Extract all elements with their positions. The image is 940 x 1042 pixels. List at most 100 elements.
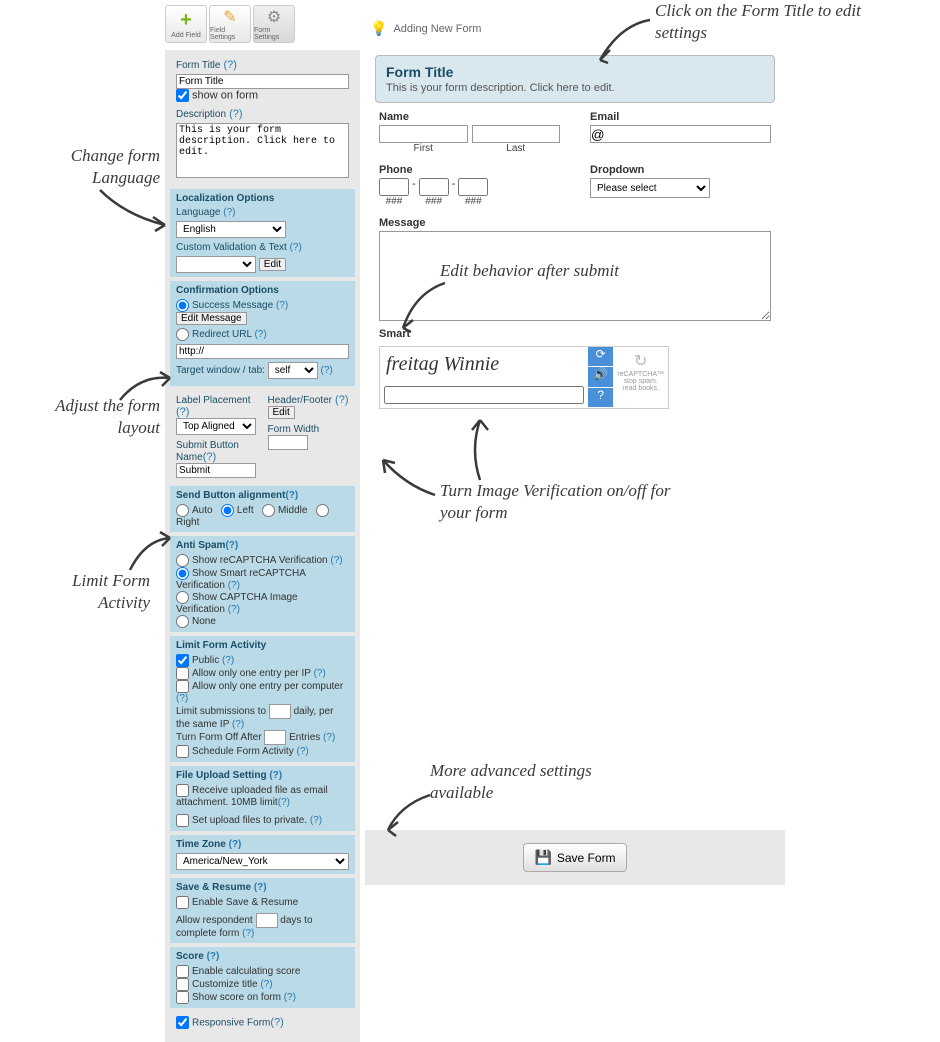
form-title-block: Form Title (?) show on form Description … <box>170 55 355 185</box>
help-icon[interactable]: (?) <box>321 365 333 376</box>
help-icon[interactable]: (?) <box>228 604 240 615</box>
help-icon[interactable]: (?) <box>270 1016 283 1028</box>
show-on-form-label: show on form <box>192 89 258 101</box>
one-per-ip-checkbox[interactable] <box>176 667 189 680</box>
help-icon[interactable]: (?) <box>242 928 254 939</box>
bulb-icon: 💡 <box>370 20 387 37</box>
phone-label: Phone <box>379 164 560 176</box>
label-placement-select[interactable]: Top Aligned <box>176 418 256 435</box>
help-icon[interactable]: (?) <box>254 882 267 893</box>
help-icon[interactable]: (?) <box>225 540 238 551</box>
form-width-input[interactable] <box>268 435 308 450</box>
one-per-computer-checkbox[interactable] <box>176 680 189 693</box>
first-name-input[interactable] <box>379 125 468 143</box>
help-icon[interactable]: (?) <box>229 839 242 850</box>
arrow-icon <box>95 185 175 235</box>
anti-spam-section: Anti Spam(?) Show reCAPTCHA Verification… <box>170 536 355 632</box>
help-icon[interactable]: (?) <box>254 329 266 340</box>
success-message-radio[interactable] <box>176 299 189 312</box>
help-icon[interactable]: (?) <box>285 490 298 501</box>
recaptcha-radio[interactable] <box>176 554 189 567</box>
save-form-button[interactable]: 💾Save Form <box>523 843 626 872</box>
show-score-checkbox[interactable] <box>176 991 189 1004</box>
help-icon[interactable]: (?) <box>290 242 302 253</box>
help-icon[interactable]: (?) <box>207 951 220 962</box>
preview-header[interactable]: Form Title This is your form description… <box>375 55 775 103</box>
dropdown-select[interactable]: Please select <box>590 178 710 198</box>
captcha-input[interactable] <box>384 386 584 404</box>
redirect-url-input[interactable] <box>176 344 349 359</box>
days-to-complete-input[interactable] <box>256 913 278 928</box>
turn-off-after-input[interactable] <box>264 730 286 745</box>
audio-icon[interactable]: 🔊 <box>588 367 613 387</box>
refresh-icon[interactable]: ⟳ <box>588 347 613 367</box>
none-radio[interactable] <box>176 615 189 628</box>
customize-title-checkbox[interactable] <box>176 978 189 991</box>
enable-score-checkbox[interactable] <box>176 965 189 978</box>
form-settings-button[interactable]: ⚙Form Settings <box>253 5 295 43</box>
limit-submissions-input[interactable] <box>269 704 291 719</box>
email-input[interactable] <box>590 125 771 143</box>
help-icon[interactable]: (?) <box>176 693 188 704</box>
help-icon[interactable]: (?) <box>232 719 244 730</box>
help-icon[interactable]: (?) <box>260 979 272 990</box>
language-select[interactable]: English <box>176 221 286 238</box>
help-icon[interactable]: (?) <box>229 108 242 120</box>
help-icon[interactable]: (?) <box>269 770 282 781</box>
show-on-form-checkbox[interactable] <box>176 89 189 102</box>
help-icon[interactable]: (?) <box>335 394 348 406</box>
add-field-button[interactable]: +Add Field <box>165 5 207 43</box>
callout-advanced: More advanced settings available <box>430 760 630 804</box>
help-icon[interactable]: (?) <box>224 59 237 71</box>
files-private-checkbox[interactable] <box>176 814 189 827</box>
captcha-image-radio[interactable] <box>176 591 189 604</box>
help-icon[interactable]: (?) <box>323 732 335 743</box>
edit-message-button[interactable]: Edit Message <box>176 312 247 325</box>
edit-validation-button[interactable]: Edit <box>259 258 286 271</box>
email-label: Email <box>590 111 771 123</box>
field-settings-button[interactable]: ✎Field Settings <box>209 5 251 43</box>
enable-save-resume-checkbox[interactable] <box>176 896 189 909</box>
align-middle-radio[interactable] <box>262 504 275 517</box>
public-checkbox[interactable] <box>176 654 189 667</box>
help-icon[interactable]: (?) <box>284 992 296 1003</box>
captcha-image: freitag Winnie <box>380 347 588 382</box>
help-icon[interactable]: (?) <box>314 668 326 679</box>
help-icon[interactable]: ? <box>588 388 613 408</box>
help-icon[interactable]: (?) <box>330 555 342 566</box>
align-auto-radio[interactable] <box>176 504 189 517</box>
help-icon[interactable]: (?) <box>203 451 216 463</box>
phone-3-input[interactable] <box>458 178 488 196</box>
layout-section: Label Placement (?) Top Aligned Submit B… <box>170 390 355 482</box>
help-icon[interactable]: (?) <box>310 815 322 826</box>
gear-icon: ⚙ <box>267 7 281 27</box>
smart-recaptcha-radio[interactable] <box>176 567 189 580</box>
form-title-input[interactable] <box>176 74 349 89</box>
schedule-activity-checkbox[interactable] <box>176 745 189 758</box>
save-icon: 💾 <box>534 849 551 866</box>
timezone-select[interactable]: America/New_York <box>176 853 349 870</box>
help-icon[interactable]: (?) <box>297 746 309 757</box>
help-icon[interactable]: (?) <box>223 207 235 218</box>
help-icon[interactable]: (?) <box>228 580 240 591</box>
submit-name-input[interactable] <box>176 463 256 478</box>
description-input[interactable]: This is your form description. Click her… <box>176 123 349 178</box>
redirect-url-radio[interactable] <box>176 328 189 341</box>
last-name-input[interactable] <box>472 125 561 143</box>
hint-text: 💡Adding New Form <box>370 20 481 37</box>
custom-validation-select[interactable] <box>176 256 256 273</box>
help-icon[interactable]: (?) <box>276 300 288 311</box>
help-icon[interactable]: (?) <box>222 655 234 666</box>
top-toolbar: +Add Field ✎Field Settings ⚙Form Setting… <box>165 5 295 43</box>
help-icon[interactable]: (?) <box>278 797 290 808</box>
responsive-form-checkbox[interactable] <box>176 1016 189 1029</box>
phone-1-input[interactable] <box>379 178 409 196</box>
header-footer-edit-button[interactable]: Edit <box>268 406 295 419</box>
phone-2-input[interactable] <box>419 178 449 196</box>
localization-title: Localization Options <box>176 193 349 204</box>
align-left-radio[interactable] <box>221 504 234 517</box>
email-attachment-checkbox[interactable] <box>176 784 189 797</box>
target-select[interactable]: self <box>268 362 318 379</box>
help-icon[interactable]: (?) <box>176 406 189 418</box>
align-right-radio[interactable] <box>316 504 329 517</box>
